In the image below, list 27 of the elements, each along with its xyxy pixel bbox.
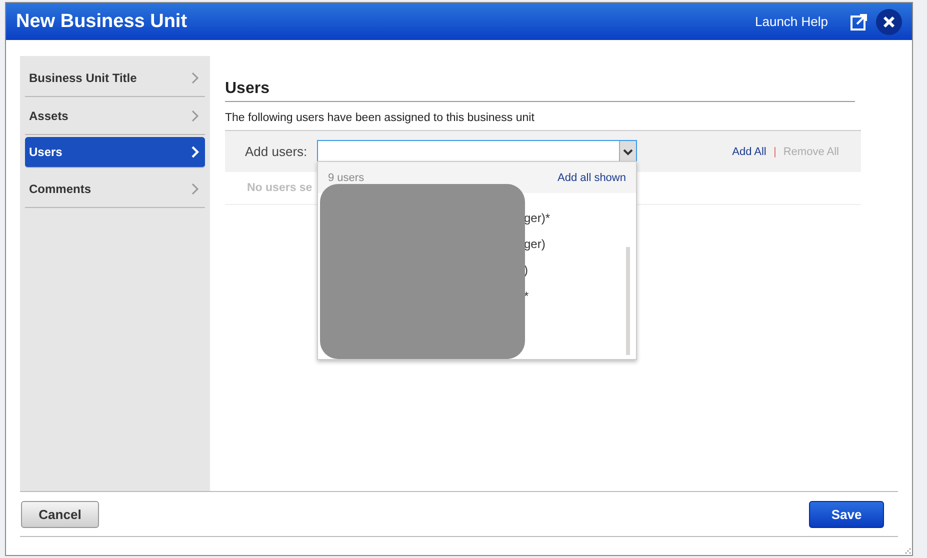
sidebar-item[interactable]: Business Unit Title	[25, 60, 205, 97]
save-button[interactable]: Save	[809, 500, 884, 528]
sidebar-item[interactable]: Assets	[25, 98, 205, 135]
window-title: New Business Unit	[16, 10, 188, 32]
add-all-link[interactable]: Add All	[732, 146, 766, 158]
chevron-icon	[191, 146, 199, 158]
scrollbar[interactable]	[626, 247, 630, 355]
launch-help-link[interactable]: Launch Help	[755, 14, 828, 29]
cancel-button[interactable]: Cancel	[21, 500, 99, 528]
add-users-field[interactable]	[317, 140, 638, 163]
add-users-label: Add users:	[245, 144, 308, 159]
link-separator: |	[773, 146, 776, 158]
chevron-icon	[191, 72, 199, 84]
sidebar-item[interactable]: Comments	[25, 171, 205, 208]
chevron-icon	[191, 183, 199, 195]
empty-message: No users se	[247, 182, 312, 194]
add-all-shown-link[interactable]: Add all shown	[558, 172, 626, 184]
section-title: Users	[225, 80, 855, 102]
dropdown-caret-icon[interactable]	[619, 141, 636, 162]
sidebar-item[interactable]: Users	[25, 137, 205, 168]
close-icon[interactable]	[876, 8, 902, 34]
user-option[interactable]: ger)	[524, 237, 546, 251]
chevron-icon	[191, 110, 199, 122]
user-count: 9 users	[328, 172, 364, 184]
popout-icon[interactable]	[850, 12, 868, 30]
resize-grip-icon[interactable]	[905, 548, 911, 554]
user-option[interactable]: ger)*	[524, 211, 550, 225]
